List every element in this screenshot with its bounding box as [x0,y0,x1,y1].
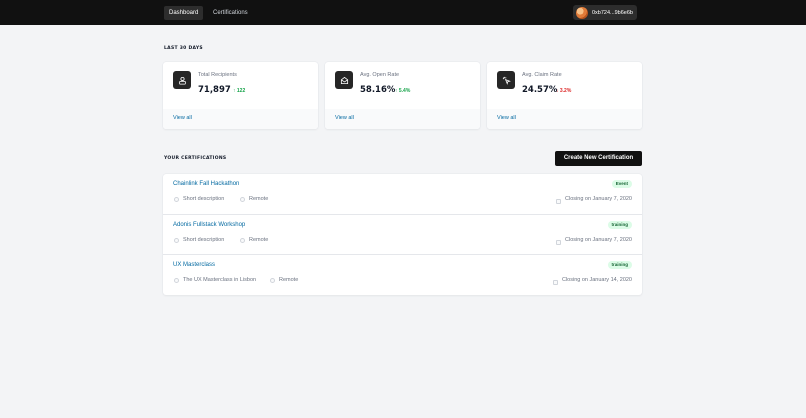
list-item[interactable]: Chainlink Fall Hackathon Event Short des… [163,174,642,214]
nav-dashboard[interactable]: Dashboard [164,6,204,20]
arrow-down-icon: ↓ [556,88,559,94]
stat-card-open-rate: Avg. Open Rate 58.16% ↑ 5.4% View all [325,62,480,129]
stat-delta: ↑ 5.4% [395,88,411,94]
envelope-open-icon [335,71,353,89]
stat-card-footer: View all [487,109,642,129]
stat-value: 24.57% [522,85,558,95]
list-item[interactable]: UX Masterclass training The UX Mastercla… [163,254,642,294]
top-navbar: Dashboard Certifications 0xb724...9b6e6b [0,0,806,25]
closing-date: Closing on January 14, 2020 [552,277,632,285]
info-icon [174,196,179,202]
nav-certifications[interactable]: Certifications [208,6,253,20]
view-all-link[interactable]: View all [173,115,192,121]
view-all-link[interactable]: View all [497,115,516,121]
view-all-link[interactable]: View all [335,115,354,121]
location-icon [240,196,245,202]
closing-date: Closing on January 7, 2020 [556,196,632,204]
stat-delta: ↓ 3.2% [556,88,572,94]
arrow-up-icon: ↑ [395,88,398,94]
list-item[interactable]: Adonis Fullstack Workshop training Short… [163,214,642,254]
calendar-icon [556,199,562,204]
certification-description: The UX Masterclass in Lisbon [174,277,256,283]
cursor-click-icon [497,71,515,89]
certification-location: Remote [240,237,268,243]
stat-card-total-recipients: Total Recipients 71,897 ↑ 122 View all [163,62,318,129]
stat-label: Avg. Open Rate [360,72,400,78]
stats-section-title: LAST 30 DAYS [164,46,203,51]
certification-description: Short description [174,196,224,202]
certifications-section-title: YOUR CERTIFICATIONS [164,156,227,161]
status-badge: Event [611,180,632,188]
avatar [576,6,588,19]
arrow-up-icon: ↑ [233,88,236,94]
stat-card-footer: View all [163,109,318,129]
status-badge: training [607,221,632,229]
stat-delta: ↑ 122 [233,88,246,94]
create-certification-button[interactable]: Create New Certification [555,151,642,166]
certification-list: Chainlink Fall Hackathon Event Short des… [163,174,642,295]
certification-location: Remote [240,196,268,202]
stat-value: 71,897 [198,85,231,95]
location-icon [270,277,275,283]
status-badge: training [607,261,632,269]
info-icon [174,237,179,243]
stat-card-footer: View all [325,109,480,129]
location-icon [240,237,245,243]
stat-label: Total Recipients [198,72,237,78]
stat-value: 58.16% [360,85,396,95]
user-badge-icon [173,71,191,89]
calendar-icon [556,240,562,245]
stat-label: Avg. Claim Rate [522,72,562,78]
certification-title-link[interactable]: Adonis Fullstack Workshop [173,222,245,228]
wallet-button[interactable]: 0xb724...9b6e6b [573,5,637,20]
info-icon [174,277,179,283]
closing-date: Closing on January 7, 2020 [556,237,632,245]
calendar-icon [552,280,558,285]
certification-title-link[interactable]: Chainlink Fall Hackathon [173,181,239,187]
certification-description: Short description [174,237,224,243]
stat-card-claim-rate: Avg. Claim Rate 24.57% ↓ 3.2% View all [487,62,642,129]
wallet-address: 0xb724...9b6e6b [592,9,633,16]
certification-title-link[interactable]: UX Masterclass [173,262,215,268]
certification-location: Remote [270,277,298,283]
